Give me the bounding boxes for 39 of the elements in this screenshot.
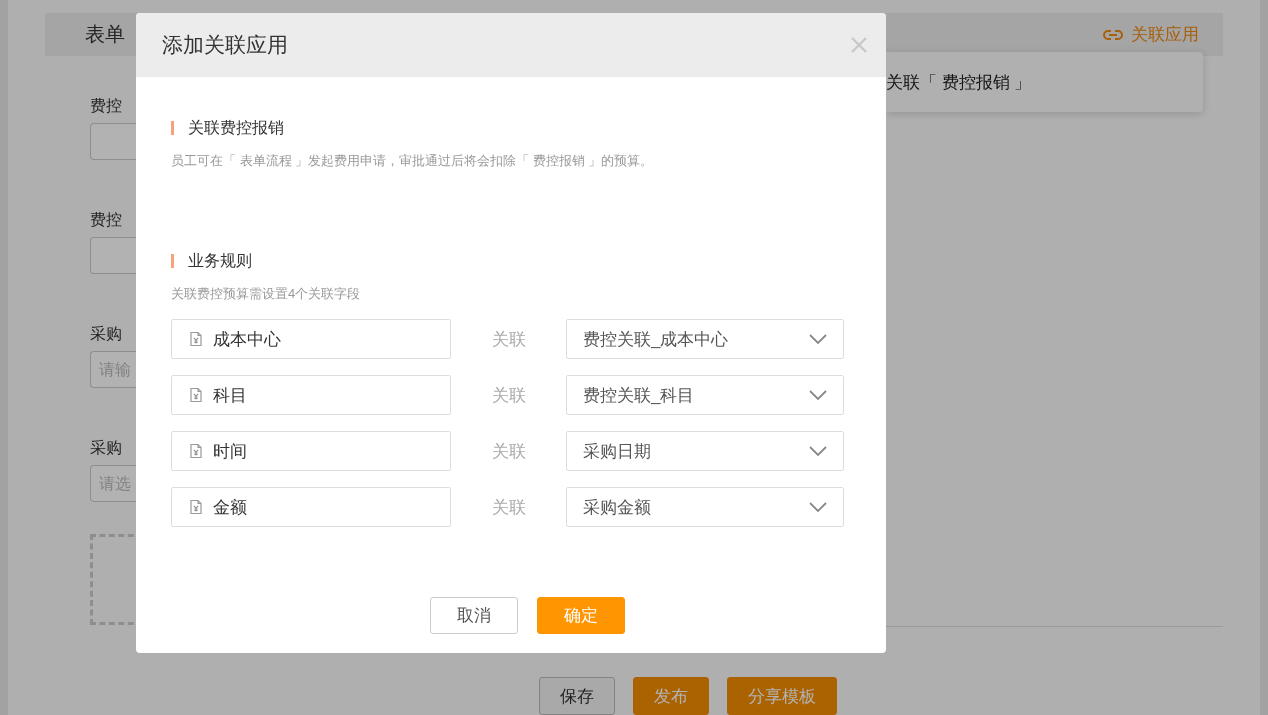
link-icon [1103,28,1123,41]
chevron-down-icon [809,446,827,456]
document-icon [188,443,204,459]
relation-label: 关联 [490,328,527,351]
section-title: 业务规则 [188,250,252,271]
footer-button[interactable]: 保存 [539,677,615,715]
section-title: 关联费控报销 [188,117,284,138]
relation-label: 关联 [490,496,527,519]
select-field[interactable]: 费控关联_成本中心 [566,319,844,359]
chevron-down-icon [809,502,827,512]
select-field[interactable]: 费控关联_科目 [566,375,844,415]
relation-label: 关联 [490,440,527,463]
select-field[interactable]: 采购日期 [566,431,844,471]
field-name: 成本中心 [213,328,281,351]
field-name: 金额 [213,496,247,519]
close-icon[interactable] [850,36,868,54]
field-label: 费控 [90,210,122,230]
accent-bar [171,254,174,268]
input-field[interactable] [90,123,136,160]
field-label: 费控 [90,96,122,116]
input-field[interactable] [90,237,136,274]
document-icon [188,387,204,403]
relation-label: 关联 [490,384,527,407]
select-field[interactable]: 采购金额 [566,487,844,527]
field-label: 采购 [90,324,122,344]
cancel-button[interactable]: 取消 [429,597,518,634]
field-name: 科目 [213,384,247,407]
document-icon [188,331,204,347]
field-name: 时间 [213,440,247,463]
dialog-title: 添加关联应用 [162,32,288,58]
page-title: 表单 [85,22,125,47]
chevron-down-icon [809,334,827,344]
toast-message: 关联「 费控报销 」 [886,52,1203,112]
hint-text: 关联费控预算需设置4个关联字段 [171,285,362,303]
document-icon [188,499,204,515]
section-description: 员工可在「 表单流程 」发起费用申请，审批通过后将会扣除「 费控报销 」的预算。 [171,152,655,170]
chevron-down-icon [809,390,827,400]
field-label: 采购 [90,438,122,458]
accent-bar [171,121,174,135]
